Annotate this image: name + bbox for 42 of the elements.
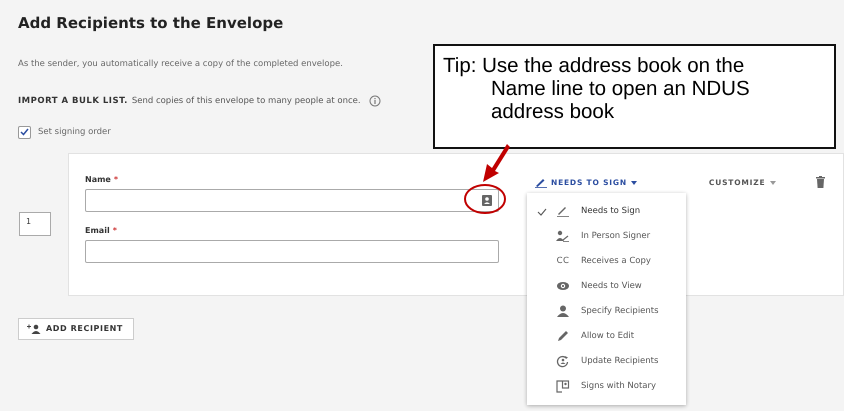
field-label: Name — [85, 174, 111, 186]
person-refresh-icon — [556, 355, 570, 368]
person-pen-icon — [556, 230, 570, 243]
tip-arrow — [480, 142, 510, 184]
add-recipient-button[interactable]: ADD RECIPIENT — [18, 318, 134, 340]
required-mark: * — [112, 224, 117, 236]
menu-item[interactable]: Specify Recipients — [527, 299, 686, 324]
cc-icon: CC — [556, 255, 570, 268]
add-person-icon — [27, 324, 41, 334]
pen-icon — [556, 205, 570, 218]
notary-icon — [556, 380, 570, 393]
name-field[interactable] — [85, 188, 499, 212]
tip-callout: Tip: Use the address book on the Name line to open an NDUS address book — [433, 44, 836, 149]
trash-icon[interactable] — [816, 176, 826, 188]
check-icon — [537, 208, 547, 216]
sender-note: As the sender, you automatically receive a copy of the completed envelope. — [18, 58, 343, 71]
page-title: Add Recipients to the Envelope — [18, 14, 284, 32]
caret-icon — [630, 180, 637, 184]
bulk-import-link[interactable]: IMPORT A BULK LIST. — [18, 94, 128, 108]
required-mark: * — [114, 174, 118, 186]
info-icon[interactable] — [368, 95, 381, 108]
menu-item[interactable]: In Person Signer — [527, 224, 686, 249]
address-book-icon[interactable] — [482, 194, 492, 206]
menu-item[interactable]: Needs to View — [527, 274, 686, 299]
person-icon — [556, 305, 570, 318]
order-field[interactable]: 1 — [19, 212, 51, 236]
menu-item[interactable]: Allow to Edit — [527, 324, 686, 349]
menu-item[interactable]: CC Receives a Copy — [527, 249, 686, 274]
bulk-import-text: Send copies of this envelope to many people at once. — [132, 94, 361, 108]
eye-icon — [556, 280, 570, 293]
menu-item[interactable]: Signs with Notary — [527, 374, 686, 399]
highlight-ring — [463, 183, 507, 215]
pen-icon — [535, 177, 547, 188]
signing-order-checkbox[interactable] — [18, 126, 31, 138]
menu-item[interactable]: Update Recipients — [527, 349, 686, 374]
caret-icon — [770, 180, 776, 184]
email-field[interactable] — [85, 240, 499, 262]
signing-order-label: Set signing order — [38, 126, 111, 138]
menu-item[interactable]: Needs to Sign — [527, 199, 686, 224]
pencil-icon — [556, 330, 570, 343]
check-icon — [20, 128, 29, 136]
field-label: Email — [85, 224, 110, 236]
